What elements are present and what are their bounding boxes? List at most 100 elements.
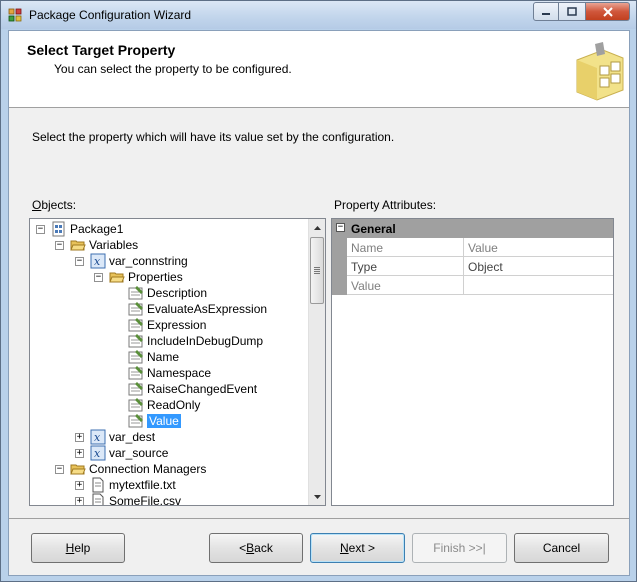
footer-separator xyxy=(9,518,629,519)
collapse-icon[interactable]: − xyxy=(55,465,64,474)
cancel-button[interactable]: Cancel xyxy=(514,533,609,563)
tree-label-property: Description xyxy=(147,286,208,300)
tree-node-var-connstring[interactable]: − x var_connstring xyxy=(75,253,188,269)
expand-icon[interactable]: + xyxy=(75,497,84,505)
package-config-icon xyxy=(8,8,22,22)
folder-open-icon xyxy=(70,464,86,475)
tree-node-connection-managers[interactable]: − Connection Managers xyxy=(55,461,206,477)
tree-node-property[interactable]: IncludeInDebugDump xyxy=(128,333,263,349)
property-icon xyxy=(128,414,143,428)
title-bar[interactable]: Package Configuration Wizard xyxy=(1,1,636,29)
minimize-button[interactable] xyxy=(533,2,559,21)
collapse-icon[interactable]: − xyxy=(36,225,45,234)
tree-label-mytextfile: mytextfile.txt xyxy=(109,478,176,492)
svg-text:x: x xyxy=(94,431,101,444)
tree-node-property[interactable]: ReadOnly xyxy=(128,397,200,413)
tree-label-var-connstring: var_connstring xyxy=(109,254,188,268)
grid-property-value: Object xyxy=(464,257,613,276)
tree-node-property[interactable]: Description xyxy=(128,285,207,301)
finish-button[interactable]: Finish >>| xyxy=(412,533,507,563)
window-title: Package Configuration Wizard xyxy=(29,8,192,22)
expand-icon[interactable]: + xyxy=(75,481,84,490)
tree-node-mytextfile[interactable]: + mytextfile.txt xyxy=(75,477,176,493)
tree-node-somefile[interactable]: + SomeFile.csv xyxy=(75,493,182,506)
page-title: Select Target Property xyxy=(27,42,176,58)
tree-label-property: RaiseChangedEvent xyxy=(147,382,258,396)
property-icon xyxy=(128,366,143,380)
property-icon xyxy=(128,398,143,412)
tree-node-var-dest[interactable]: + x var_dest xyxy=(75,429,155,445)
tree-node-property[interactable]: Expression xyxy=(128,317,206,333)
tree-label-var-source: var_source xyxy=(109,446,169,460)
grid-row-value[interactable]: Value xyxy=(332,276,613,295)
tree-node-property-selected[interactable]: Value xyxy=(128,413,181,429)
expand-icon[interactable]: + xyxy=(75,449,84,458)
objects-tree[interactable]: − Package1 − Variables − x var_connstrin… xyxy=(29,218,326,506)
tree-node-property[interactable]: Name xyxy=(128,349,179,365)
property-icon xyxy=(128,286,143,300)
scroll-up-button[interactable] xyxy=(309,219,325,236)
grid-row-type[interactable]: Type Object xyxy=(332,257,613,276)
property-icon xyxy=(128,382,143,396)
grid-property-value: Value xyxy=(464,238,613,257)
tree-label-property: Name xyxy=(147,350,180,364)
help-button[interactable]: Help xyxy=(31,533,125,563)
grid-category-general[interactable]: − General xyxy=(332,219,613,238)
tree-label-property: Namespace xyxy=(147,366,212,380)
variable-icon: x xyxy=(90,429,106,445)
tree-node-properties[interactable]: − Properties xyxy=(94,269,183,285)
expand-icon[interactable]: + xyxy=(75,433,84,442)
scroll-thumb[interactable] xyxy=(310,237,324,304)
svg-text:x: x xyxy=(94,255,101,268)
wizard-header: Select Target Property You can select th… xyxy=(9,31,629,108)
collapse-icon[interactable]: − xyxy=(94,273,103,282)
folder-open-icon xyxy=(70,240,86,251)
tree-scrollbar[interactable] xyxy=(308,219,325,505)
collapse-icon[interactable]: − xyxy=(55,241,64,250)
close-icon xyxy=(602,6,613,17)
scroll-down-button[interactable] xyxy=(309,488,325,505)
next-button[interactable]: Next > xyxy=(310,533,405,563)
tree-label-connection-managers: Connection Managers xyxy=(89,462,207,476)
tree-label-property: ReadOnly xyxy=(147,398,201,412)
property-icon xyxy=(128,302,143,316)
arrow-up-icon xyxy=(313,225,321,230)
package-icon xyxy=(52,221,65,237)
tree-node-property[interactable]: EvaluateAsExpression xyxy=(128,301,267,317)
grid-property-value xyxy=(464,276,613,295)
collapse-icon[interactable]: − xyxy=(336,223,345,232)
instruction-text: Select the property which will have its … xyxy=(32,130,395,144)
tree-node-var-source[interactable]: + x var_source xyxy=(75,445,168,461)
collapse-icon[interactable]: − xyxy=(75,257,84,266)
tree-label-somefile: SomeFile.csv xyxy=(109,494,182,506)
objects-label: Objects: xyxy=(32,198,77,212)
tree-label-property: EvaluateAsExpression xyxy=(147,302,268,316)
tree-node-variables[interactable]: − Variables xyxy=(55,237,138,253)
variable-icon: x xyxy=(90,253,106,269)
tree-node-property[interactable]: RaiseChangedEvent xyxy=(128,381,257,397)
tree-label-var-dest: var_dest xyxy=(109,430,156,444)
property-icon xyxy=(128,318,143,332)
wizard-client-area: Select Target Property You can select th… xyxy=(8,30,630,576)
property-icon xyxy=(128,350,143,364)
folder-open-icon xyxy=(109,272,125,283)
tree-label-properties: Properties xyxy=(128,270,183,284)
file-connection-icon xyxy=(92,477,104,493)
tree-node-package[interactable]: − Package1 xyxy=(36,221,123,237)
close-button[interactable] xyxy=(586,2,630,21)
property-grid[interactable]: − General Name Value Type Object Value xyxy=(331,218,614,506)
maximize-button[interactable] xyxy=(559,2,586,21)
tree-node-property[interactable]: Namespace xyxy=(128,365,211,381)
back-button[interactable]: < Back xyxy=(209,533,303,563)
file-connection-icon xyxy=(92,493,104,505)
maximize-icon xyxy=(567,7,577,16)
tree-label-package: Package1 xyxy=(70,222,124,236)
tree-label-property: Value xyxy=(147,414,181,428)
variable-icon: x xyxy=(90,445,106,461)
grid-row-name[interactable]: Name Value xyxy=(332,238,613,257)
grid-property-name: Name xyxy=(347,238,464,257)
tree-label-property: Expression xyxy=(147,318,207,332)
property-attributes-label: Property Attributes: xyxy=(334,198,437,212)
page-subtitle: You can select the property to be config… xyxy=(54,62,292,76)
wizard-window: Package Configuration Wizard Select Targ… xyxy=(0,0,637,582)
